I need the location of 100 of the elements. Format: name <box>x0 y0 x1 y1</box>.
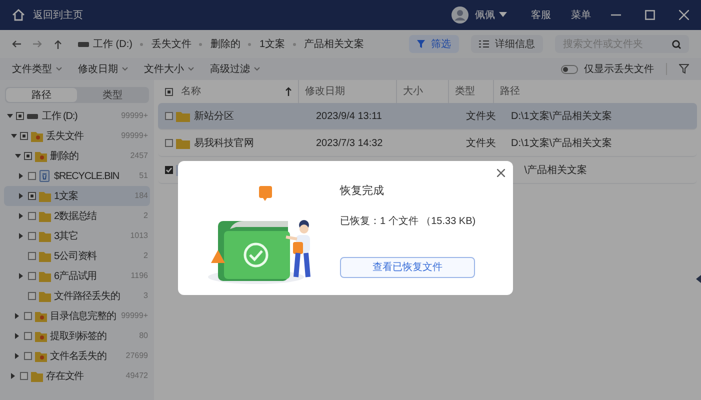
breadcrumb-item[interactable]: 1文案 <box>259 36 286 52</box>
back-icon[interactable] <box>12 40 21 48</box>
item-count: 2 <box>144 210 148 222</box>
folder-icon <box>39 250 51 262</box>
expand-arrow-icon[interactable] <box>11 134 17 138</box>
checkbox[interactable] <box>16 112 24 120</box>
tree-row[interactable]: 删除的 2457 <box>4 146 150 166</box>
filter-dropdown[interactable]: 文件大小 <box>144 62 194 76</box>
table-row[interactable]: 新站分区 2023/9/4 13:11 文件夹 D:\1文案\产品相关文案 <box>158 103 697 130</box>
breadcrumb-item[interactable]: 工作 (D:) <box>93 36 132 52</box>
checkbox[interactable] <box>24 352 32 360</box>
tree-label: 文件名丢失的 <box>50 350 106 364</box>
filter-dropdown[interactable]: 修改日期 <box>78 62 128 76</box>
column-header[interactable]: 名称 <box>181 84 201 99</box>
expand-arrow-icon[interactable] <box>19 213 24 219</box>
support-button[interactable]: 客服 <box>531 8 551 22</box>
expand-arrow-icon[interactable] <box>11 373 16 379</box>
filter-dropdown[interactable]: 高级过滤 <box>210 62 260 76</box>
checkbox[interactable] <box>165 112 173 120</box>
tree-row[interactable]: 工作 (D:) 99999+ <box>4 106 150 126</box>
checkbox[interactable] <box>24 152 32 160</box>
sidebar-tab[interactable]: 类型 <box>77 88 148 102</box>
toggle-label: 仅显示丢失文件 <box>584 62 654 76</box>
expand-arrow-icon[interactable] <box>7 114 13 118</box>
column-header[interactable]: 大小 <box>403 84 423 99</box>
tree-row[interactable]: 1文案 184 <box>4 186 150 206</box>
checkbox[interactable] <box>28 232 36 240</box>
close-icon[interactable] <box>497 169 505 177</box>
checkbox[interactable] <box>28 292 36 300</box>
tree-row[interactable]: 2数据总结 2 <box>4 206 150 226</box>
folder-icon <box>35 350 47 362</box>
tree-row[interactable]: 目录信息完整的 99999+ <box>4 306 150 326</box>
home-icon[interactable] <box>12 9 25 21</box>
checkbox[interactable] <box>20 132 28 140</box>
date-cell: 2023/9/4 13:11 <box>316 110 382 122</box>
tree-row[interactable]: 6产品试用 1196 <box>4 266 150 286</box>
checkbox[interactable] <box>28 272 36 280</box>
checkbox[interactable] <box>165 88 173 96</box>
checkbox[interactable] <box>165 139 173 147</box>
user-name[interactable]: 佩佩 <box>475 8 495 22</box>
sort-arrow-icon[interactable] <box>285 87 292 96</box>
maximize-icon[interactable] <box>645 10 655 20</box>
filter-clear-icon[interactable] <box>679 64 689 74</box>
checkbox[interactable] <box>28 172 36 180</box>
tree-row[interactable]: $RECYCLE.BIN 51 <box>4 166 150 186</box>
expand-arrow-icon[interactable] <box>19 193 24 199</box>
caret-icon <box>122 67 128 71</box>
folder-icon <box>39 270 51 282</box>
expand-arrow-icon[interactable] <box>19 173 24 179</box>
item-count: 1013 <box>130 230 148 242</box>
caret-icon <box>499 12 507 18</box>
item-count: 2457 <box>130 150 148 162</box>
expand-arrow-icon[interactable] <box>15 313 20 319</box>
checkbox[interactable] <box>20 372 28 380</box>
item-count: 3 <box>144 290 148 302</box>
item-count: 1196 <box>130 270 148 282</box>
breadcrumb-item[interactable]: 产品相关文案 <box>304 36 364 52</box>
expand-arrow-icon[interactable] <box>15 353 20 359</box>
tree-row[interactable]: 提取到标签的 80 <box>4 326 150 346</box>
expand-arrow-icon[interactable] <box>15 333 20 339</box>
checkbox[interactable] <box>28 212 36 220</box>
expand-arrow-icon[interactable] <box>19 233 24 239</box>
view-recovered-button[interactable]: 查看已恢复文件 <box>340 256 475 278</box>
collapse-handle-icon[interactable] <box>696 275 701 283</box>
tree-row[interactable]: 3其它 1013 <box>4 226 150 246</box>
tree-row[interactable]: 存在文件 49472 <box>4 366 150 386</box>
home-link[interactable]: 返回到主页 <box>33 8 83 22</box>
tree-row[interactable]: 文件路径丢失的 3 <box>4 286 150 306</box>
column-header[interactable]: 修改日期 <box>305 84 345 99</box>
expand-arrow-icon[interactable] <box>19 273 24 279</box>
filter-dropdown[interactable]: 文件类型 <box>12 62 62 76</box>
toggle-switch[interactable] <box>561 64 578 74</box>
list-icon <box>479 40 489 48</box>
avatar-icon[interactable] <box>451 6 469 24</box>
details-button[interactable]: 详细信息 <box>471 35 543 53</box>
item-count: 51 <box>139 170 148 182</box>
tree-label: 丢失文件 <box>46 130 84 144</box>
folder-icon <box>39 190 51 202</box>
tree-row[interactable]: 丢失文件 99999+ <box>4 126 150 146</box>
expand-arrow-icon[interactable] <box>15 154 21 158</box>
table-row[interactable]: 易我科技官网 2023/7/3 14:32 文件夹 D:\1文案\产品相关文案 <box>158 130 697 157</box>
checkbox[interactable] <box>28 252 36 260</box>
sidebar-tab[interactable]: 路径 <box>6 88 77 102</box>
checkbox[interactable] <box>28 192 36 200</box>
search-icon[interactable] <box>672 40 681 48</box>
caret-icon <box>56 67 62 71</box>
column-header[interactable]: 路径 <box>500 84 520 99</box>
folder-icon <box>31 130 43 142</box>
breadcrumb-item[interactable]: 丢失文件 <box>151 36 192 52</box>
breadcrumb-item[interactable]: 删除的 <box>210 36 240 52</box>
tree-row[interactable]: 5公司资料 2 <box>4 246 150 266</box>
up-icon[interactable] <box>54 40 62 48</box>
date-cell: 2023/7/3 14:32 <box>316 138 383 148</box>
menu-button[interactable]: 菜单 <box>571 8 591 22</box>
tree-label: 提取到标签的 <box>50 330 106 344</box>
checkbox[interactable] <box>24 312 32 320</box>
column-header[interactable]: 类型 <box>455 84 475 99</box>
tree-row[interactable]: 文件名丢失的 27699 <box>4 346 150 366</box>
checkbox[interactable] <box>24 332 32 340</box>
funnel-icon <box>417 40 425 48</box>
